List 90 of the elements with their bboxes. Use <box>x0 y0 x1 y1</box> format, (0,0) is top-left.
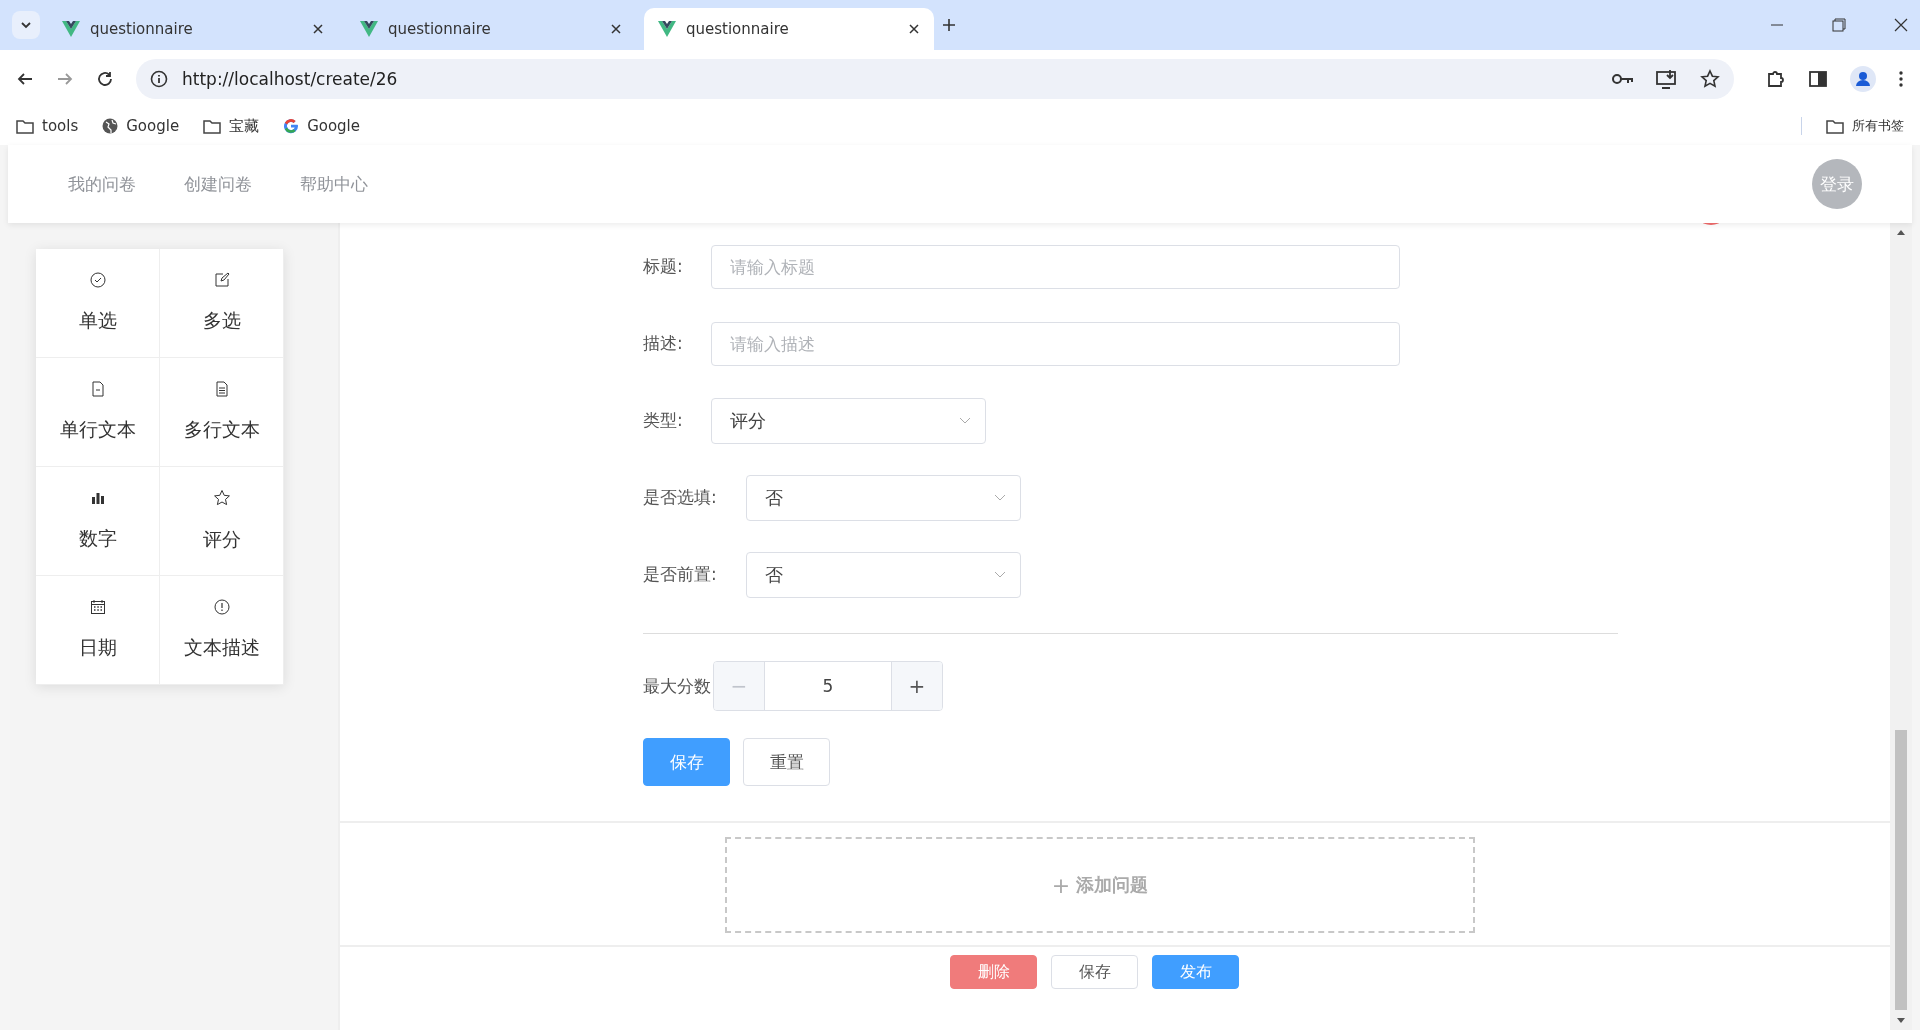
bookmark-item[interactable]: 宝藏 <box>203 116 260 136</box>
field-label: 类型: <box>643 409 684 432</box>
bookmark-item[interactable]: tools <box>16 117 79 135</box>
close-icon[interactable] <box>1894 18 1908 32</box>
globe-icon <box>102 118 119 134</box>
question-type-label: 单选 <box>78 308 117 333</box>
scroll-down-icon[interactable] <box>1897 1018 1905 1024</box>
close-icon[interactable] <box>312 23 324 35</box>
install-icon[interactable] <box>1656 68 1678 89</box>
question-type-label: 日期 <box>78 635 117 660</box>
question-type-item[interactable]: 数字 <box>36 467 160 576</box>
bookmark-label: 所有书签 <box>1852 117 1904 135</box>
browser-tab[interactable]: questionnaire <box>48 8 338 50</box>
question-type-item[interactable]: 评分 <box>160 467 284 576</box>
chevron-down-icon <box>959 416 971 425</box>
bookmark-item[interactable]: Google <box>283 117 361 135</box>
close-icon[interactable] <box>908 23 920 35</box>
tab-title: questionnaire <box>686 20 790 38</box>
folder-icon <box>16 118 34 134</box>
bookmark-label: tools <box>42 117 79 135</box>
description-field[interactable]: 请输入描述 <box>711 321 1400 366</box>
tab-menu-button[interactable] <box>12 11 40 39</box>
restore-icon[interactable] <box>1832 18 1846 32</box>
question-type-item[interactable]: 多选 <box>160 249 284 358</box>
google-g-icon <box>283 118 300 134</box>
edit-icon <box>213 272 230 288</box>
question-type-label: 评分 <box>202 527 241 552</box>
question-type-label: 文本描述 <box>183 635 260 660</box>
scrollbar-thumb[interactable] <box>1895 730 1907 1010</box>
field-label: 最大分数 <box>643 674 712 698</box>
check-circle-icon <box>89 272 106 288</box>
question-type-label: 多行文本 <box>183 417 260 442</box>
document-lines-icon <box>213 381 230 397</box>
menu-icon[interactable] <box>1898 69 1904 88</box>
address-bar[interactable]: http://localhost/create/26 <box>136 58 1734 99</box>
star-icon <box>212 489 231 507</box>
chevron-down-icon <box>994 570 1006 579</box>
browser-tab[interactable]: questionnaire <box>346 8 636 50</box>
field-label: 是否选填: <box>643 486 718 509</box>
extensions-icon[interactable] <box>1766 68 1786 89</box>
info-icon <box>150 69 168 88</box>
url-text: http://localhost/create/26 <box>182 68 398 89</box>
key-icon[interactable] <box>1612 71 1634 86</box>
close-icon[interactable] <box>610 23 622 35</box>
bookmark-label: Google <box>126 117 180 135</box>
type-select[interactable]: 评分 <box>711 397 986 444</box>
question-type-item[interactable]: 单选 <box>36 249 160 358</box>
tab-title: questionnaire <box>388 20 492 38</box>
chevron-down-icon <box>994 493 1006 502</box>
bookmark-label: 宝藏 <box>229 116 260 136</box>
bar-chart-icon <box>89 490 106 506</box>
vue-logo-icon <box>360 21 378 37</box>
all-bookmarks-item[interactable]: 所有书签 <box>1826 117 1904 135</box>
question-type-label: 多选 <box>202 308 241 333</box>
number-stepper[interactable]: − 5 + <box>713 661 943 711</box>
question-type-label: 数字 <box>78 526 117 551</box>
plus-icon: + <box>1051 872 1071 898</box>
scroll-up-icon[interactable] <box>1897 229 1905 235</box>
star-icon[interactable] <box>1700 68 1720 89</box>
profile-icon[interactable] <box>1850 65 1876 92</box>
exclamation-circle-icon <box>213 599 230 615</box>
question-type-item[interactable]: 单行文本 <box>36 358 160 467</box>
field-label: 描述: <box>643 332 684 355</box>
new-tab-icon[interactable] <box>942 18 956 32</box>
increment-button[interactable]: + <box>892 662 942 710</box>
question-type-label: 单行文本 <box>59 417 136 442</box>
side-panel-icon[interactable] <box>1808 68 1828 89</box>
vue-logo-icon <box>62 21 80 37</box>
bookmark-label: Google <box>307 117 361 135</box>
question-type-item[interactable]: 文本描述 <box>160 576 284 685</box>
bookmark-item[interactable]: Google <box>102 117 180 135</box>
prefix-select[interactable]: 否 <box>746 551 1021 598</box>
tab-title: questionnaire <box>90 20 194 38</box>
field-label: 标题: <box>643 255 684 278</box>
save-button[interactable]: 保存 <box>1051 955 1138 989</box>
scrollbar-track[interactable] <box>1890 223 1912 1030</box>
title-field[interactable]: 请输入标题 <box>711 244 1400 289</box>
vue-logo-icon <box>658 21 676 37</box>
question-type-item[interactable]: 多行文本 <box>160 358 284 467</box>
chevron-down-icon <box>20 19 32 31</box>
folder-icon <box>203 118 222 134</box>
reset-button[interactable]: 重置 <box>743 738 830 786</box>
folder-icon <box>1826 118 1844 134</box>
browser-tab[interactable]: questionnaire <box>644 8 934 50</box>
reload-icon[interactable] <box>96 69 114 88</box>
question-type-item[interactable]: 日期 <box>36 576 160 685</box>
field-label: 是否前置: <box>643 563 718 586</box>
required-select[interactable]: 否 <box>746 474 1021 521</box>
calendar-icon <box>89 599 106 615</box>
document-icon <box>89 381 106 397</box>
